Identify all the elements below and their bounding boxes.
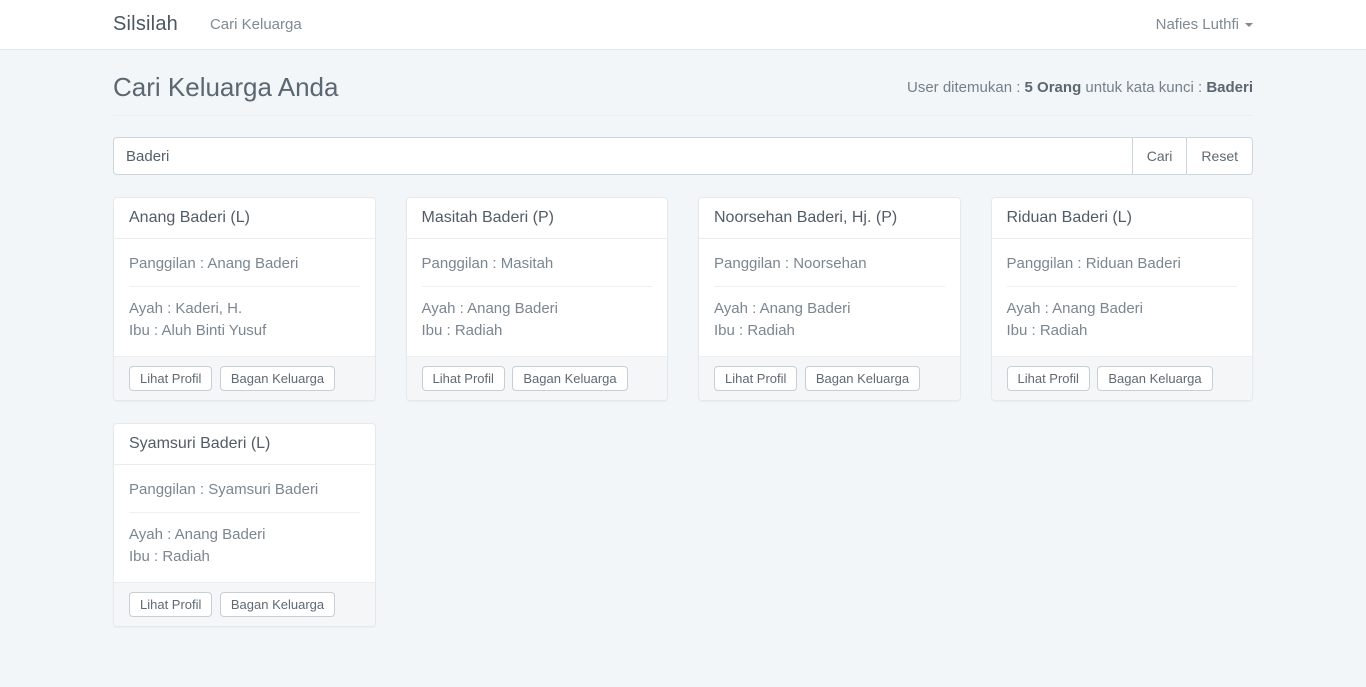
person-mother: Ibu : Radiah xyxy=(1007,320,1238,342)
person-card-title: Riduan Baderi (L) xyxy=(992,198,1253,239)
cari-button[interactable]: Cari xyxy=(1132,137,1188,175)
person-father: Ayah : Anang Baderi xyxy=(714,298,945,320)
person-card-title: Anang Baderi (L) xyxy=(114,198,375,239)
person-card-title: Noorsehan Baderi, Hj. (P) xyxy=(699,198,960,239)
card-divider xyxy=(422,286,653,287)
person-card-footer: Lihat Profil Bagan Keluarga xyxy=(407,356,668,400)
person-card-body: Panggilan : Anang Baderi Ayah : Kaderi, … xyxy=(114,239,375,356)
nav-item-cari-keluarga[interactable]: Cari Keluarga xyxy=(210,16,302,33)
person-mother: Ibu : Radiah xyxy=(129,546,360,568)
lihat-profil-button[interactable]: Lihat Profil xyxy=(422,366,505,391)
person-card: Riduan Baderi (L) Panggilan : Riduan Bad… xyxy=(991,197,1254,401)
person-card-title: Masitah Baderi (P) xyxy=(407,198,668,239)
search-input-group: Cari Reset xyxy=(113,137,1253,175)
person-father: Ayah : Kaderi, H. xyxy=(129,298,360,320)
lihat-profil-button[interactable]: Lihat Profil xyxy=(129,366,212,391)
person-nickname: Panggilan : Anang Baderi xyxy=(129,253,360,275)
app-brand[interactable]: Silsilah xyxy=(113,13,178,36)
person-father: Ayah : Anang Baderi xyxy=(129,524,360,546)
search-result-summary: User ditemukan : 5 Orang untuk kata kunc… xyxy=(907,79,1253,96)
chevron-down-icon xyxy=(1245,23,1253,27)
person-card-footer: Lihat Profil Bagan Keluarga xyxy=(699,356,960,400)
person-card-footer: Lihat Profil Bagan Keluarga xyxy=(114,582,375,626)
person-mother: Ibu : Aluh Binti Yusuf xyxy=(129,320,360,342)
person-father: Ayah : Anang Baderi xyxy=(422,298,653,320)
bagan-keluarga-button[interactable]: Bagan Keluarga xyxy=(220,366,335,391)
card-divider xyxy=(714,286,945,287)
person-nickname: Panggilan : Syamsuri Baderi xyxy=(129,479,360,501)
summary-middle: untuk kata kunci : xyxy=(1081,79,1206,96)
search-results-grid: Anang Baderi (L) Panggilan : Anang Bader… xyxy=(113,197,1253,687)
person-card: Syamsuri Baderi (L) Panggilan : Syamsuri… xyxy=(113,423,376,627)
person-card-body: Panggilan : Riduan Baderi Ayah : Anang B… xyxy=(992,239,1253,356)
person-card: Noorsehan Baderi, Hj. (P) Panggilan : No… xyxy=(698,197,961,401)
person-card: Masitah Baderi (P) Panggilan : Masitah A… xyxy=(406,197,669,401)
person-father: Ayah : Anang Baderi xyxy=(1007,298,1238,320)
person-card-body: Panggilan : Noorsehan Ayah : Anang Bader… xyxy=(699,239,960,356)
person-card-footer: Lihat Profil Bagan Keluarga xyxy=(114,356,375,400)
bagan-keluarga-button[interactable]: Bagan Keluarga xyxy=(1097,366,1212,391)
main-content: Cari Keluarga Anda User ditemukan : 5 Or… xyxy=(98,72,1268,687)
bagan-keluarga-button[interactable]: Bagan Keluarga xyxy=(512,366,627,391)
user-menu-dropdown[interactable]: Nafies Luthfi xyxy=(1156,16,1253,33)
page-title: Cari Keluarga Anda xyxy=(113,72,338,103)
lihat-profil-button[interactable]: Lihat Profil xyxy=(714,366,797,391)
person-card-body: Panggilan : Masitah Ayah : Anang Baderi … xyxy=(407,239,668,356)
card-divider xyxy=(129,512,360,513)
bagan-keluarga-button[interactable]: Bagan Keluarga xyxy=(805,366,920,391)
summary-count: 5 Orang xyxy=(1025,79,1082,96)
person-card: Anang Baderi (L) Panggilan : Anang Bader… xyxy=(113,197,376,401)
search-input[interactable] xyxy=(113,137,1133,175)
page-header: Cari Keluarga Anda User ditemukan : 5 Or… xyxy=(113,72,1253,116)
person-card-body: Panggilan : Syamsuri Baderi Ayah : Anang… xyxy=(114,465,375,582)
person-card-footer: Lihat Profil Bagan Keluarga xyxy=(992,356,1253,400)
person-nickname: Panggilan : Riduan Baderi xyxy=(1007,253,1238,275)
person-mother: Ibu : Radiah xyxy=(422,320,653,342)
person-mother: Ibu : Radiah xyxy=(714,320,945,342)
bagan-keluarga-button[interactable]: Bagan Keluarga xyxy=(220,592,335,617)
reset-button[interactable]: Reset xyxy=(1186,137,1253,175)
top-navbar: Silsilah Cari Keluarga Nafies Luthfi xyxy=(0,0,1366,50)
person-nickname: Panggilan : Masitah xyxy=(422,253,653,275)
user-name: Nafies Luthfi xyxy=(1156,16,1239,33)
card-divider xyxy=(129,286,360,287)
person-card-title: Syamsuri Baderi (L) xyxy=(114,424,375,465)
person-nickname: Panggilan : Noorsehan xyxy=(714,253,945,275)
card-divider xyxy=(1007,286,1238,287)
summary-keyword: Baderi xyxy=(1206,79,1253,96)
summary-prefix: User ditemukan : xyxy=(907,79,1025,96)
lihat-profil-button[interactable]: Lihat Profil xyxy=(1007,366,1090,391)
lihat-profil-button[interactable]: Lihat Profil xyxy=(129,592,212,617)
